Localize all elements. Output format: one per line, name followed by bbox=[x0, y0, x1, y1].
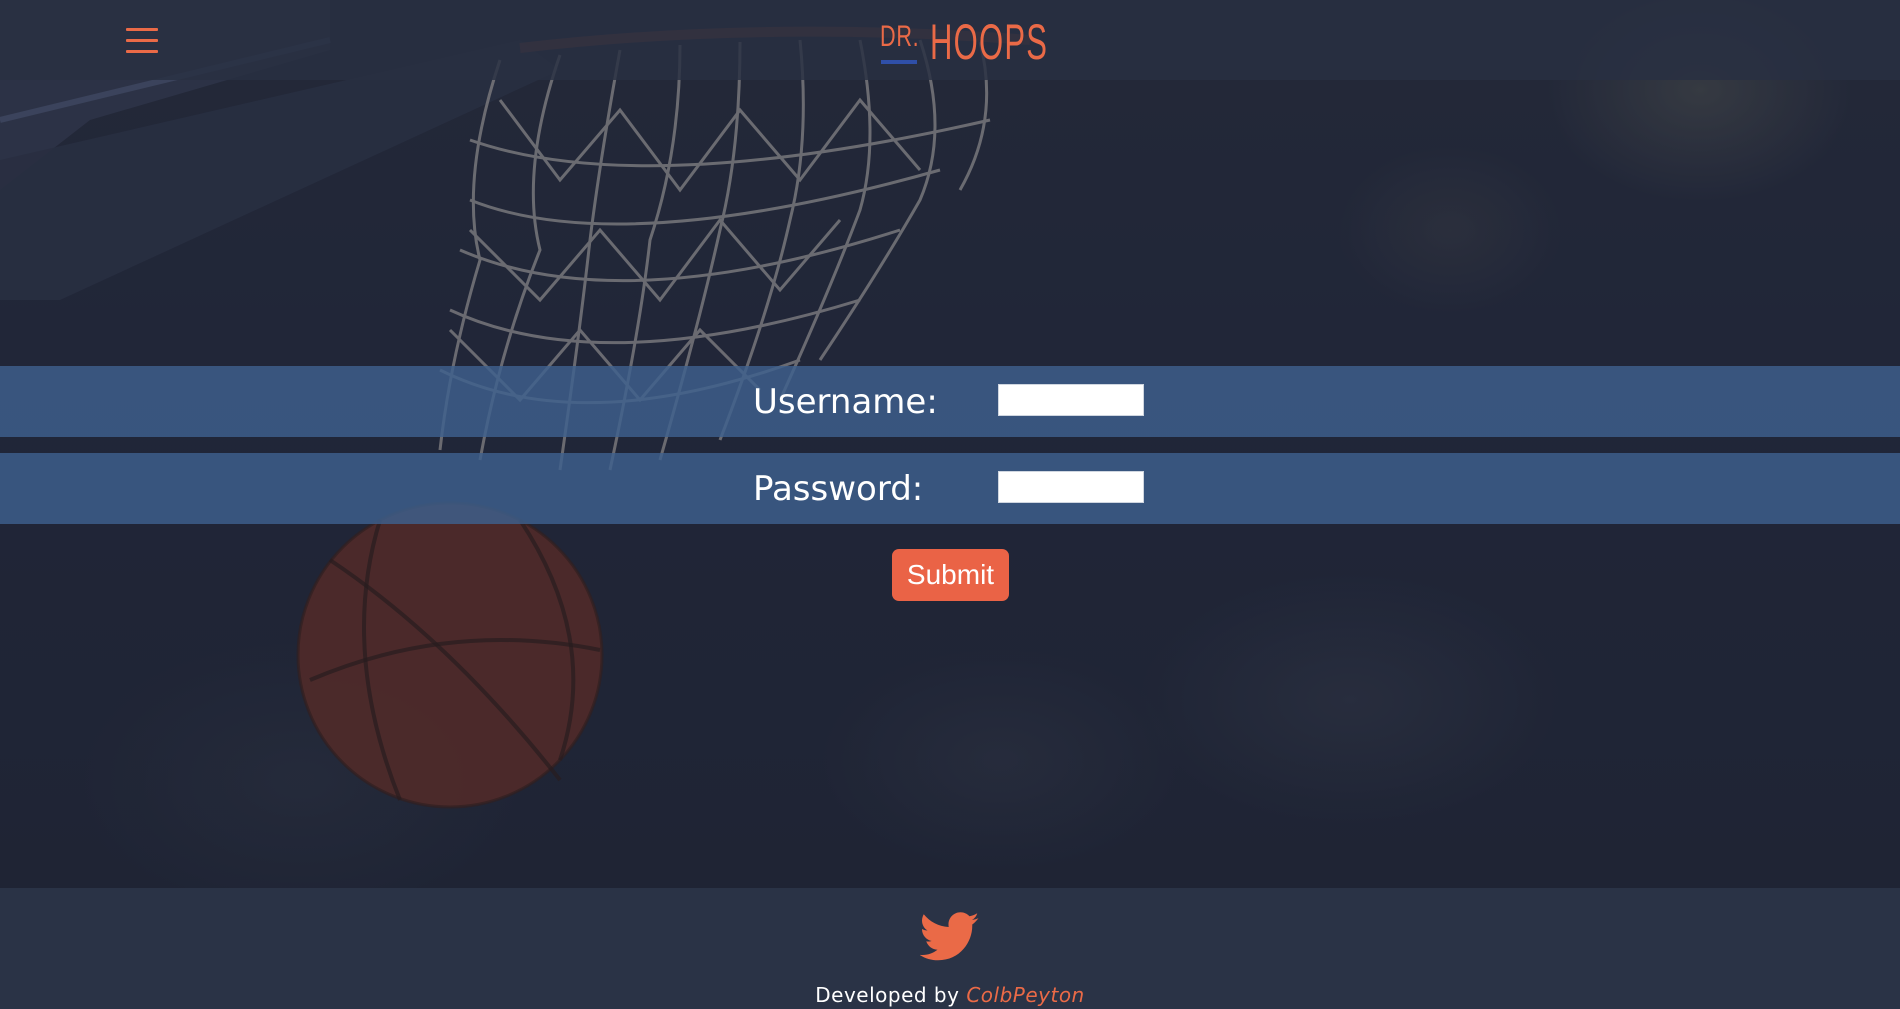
logo-name: HOOPS bbox=[930, 14, 1049, 70]
menu-bar bbox=[126, 50, 158, 53]
username-label: Username: bbox=[753, 382, 938, 422]
menu-bar bbox=[126, 28, 158, 31]
username-row: Username: bbox=[0, 366, 1900, 437]
background-image bbox=[0, 0, 1900, 888]
hamburger-menu-icon[interactable] bbox=[124, 25, 160, 57]
submit-button[interactable]: Submit bbox=[892, 549, 1009, 601]
site-header: DR. HOOPS bbox=[0, 0, 1900, 80]
credit-author-link[interactable]: ColbPeyton bbox=[966, 983, 1084, 1007]
logo-prefix: DR. bbox=[880, 20, 920, 53]
menu-bar bbox=[126, 39, 158, 42]
developer-credit: Developed by ColbPeyton bbox=[0, 983, 1900, 1007]
password-row: Password: bbox=[0, 453, 1900, 524]
site-footer: Developed by ColbPeyton bbox=[0, 888, 1900, 1009]
basketball-hoop-illustration bbox=[0, 0, 1900, 888]
twitter-icon[interactable] bbox=[920, 912, 980, 962]
password-label: Password: bbox=[753, 469, 924, 509]
credit-prefix: Developed by bbox=[815, 983, 960, 1007]
logo-underline bbox=[881, 60, 917, 64]
username-field[interactable] bbox=[998, 384, 1144, 416]
password-field[interactable] bbox=[998, 471, 1144, 503]
